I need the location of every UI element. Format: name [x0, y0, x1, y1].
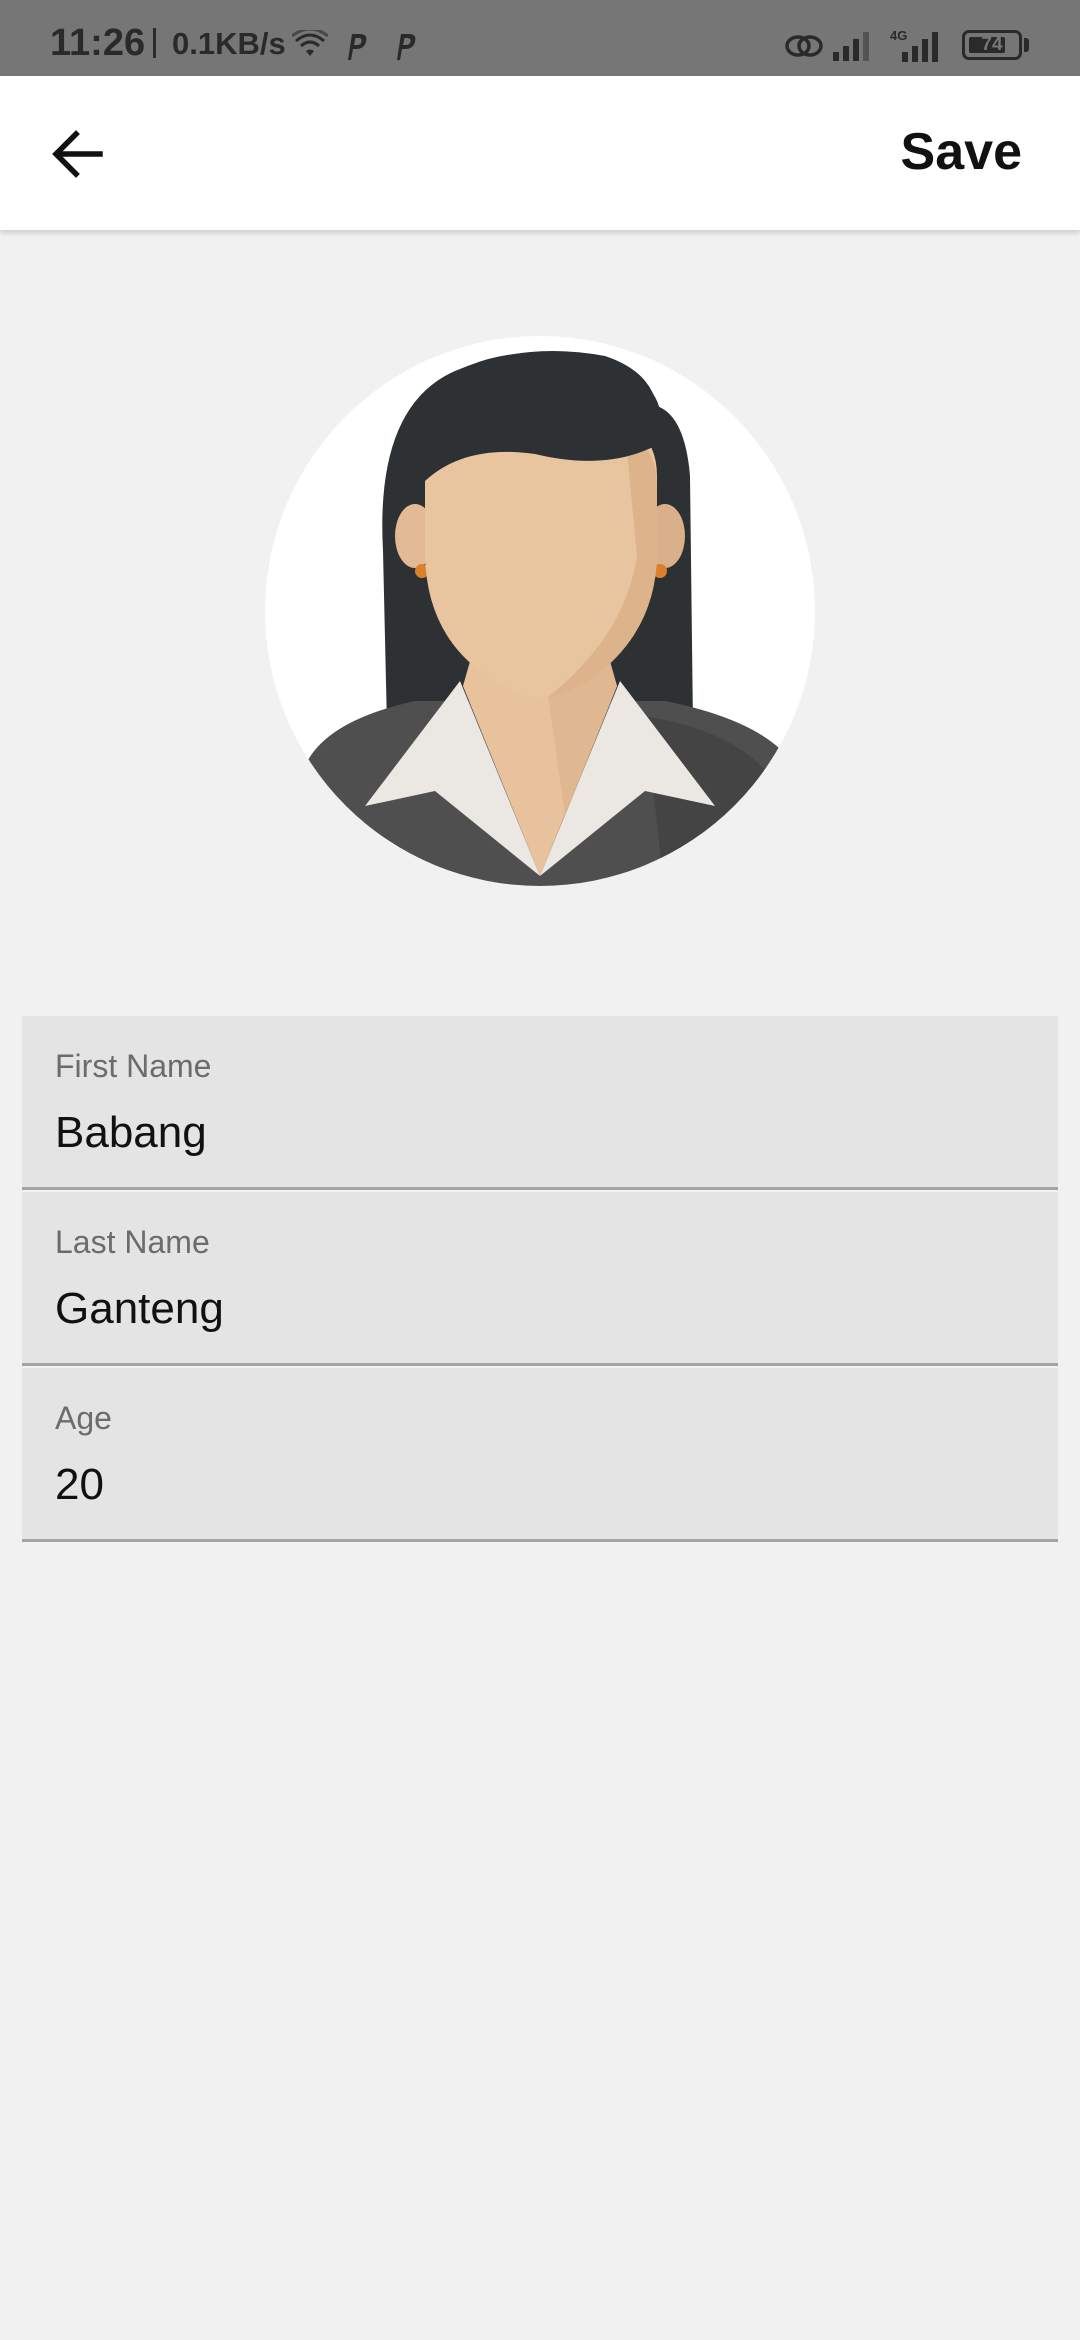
p-notification-icon [397, 34, 416, 60]
battery-icon: 74 [962, 30, 1022, 60]
status-network-speed: 0.1KB/s [172, 26, 286, 61]
status-separator [153, 28, 156, 58]
battery-level: 74 [981, 34, 1003, 55]
battery-tip [1024, 38, 1029, 52]
profile-avatar[interactable] [265, 336, 815, 886]
age-field[interactable]: Age 20 [22, 1368, 1058, 1542]
signal-4g-icon: 4G [890, 28, 938, 62]
first-name-label: First Name [55, 1048, 212, 1084]
age-label: Age [55, 1400, 112, 1436]
app-bar: Save [0, 76, 1080, 230]
last-name-label: Last Name [55, 1224, 210, 1260]
woman-avatar-illustration [265, 351, 815, 886]
status-time: 11:26 [50, 22, 146, 64]
arrow-left-icon [52, 130, 103, 178]
signal-icon [833, 32, 869, 61]
p-notification-icon [348, 34, 367, 60]
first-name-field[interactable]: First Name Babang [22, 1016, 1058, 1190]
svg-text:4G: 4G [890, 28, 907, 43]
save-button[interactable]: Save [901, 122, 1022, 182]
first-name-input[interactable]: Babang [55, 1108, 207, 1158]
last-name-input[interactable]: Ganteng [55, 1284, 224, 1334]
wifi-icon [292, 30, 328, 56]
back-button[interactable] [40, 113, 120, 193]
age-input[interactable]: 20 [55, 1460, 104, 1510]
status-bar: 11:26 0.1KB/s 4G 74 [0, 0, 1080, 76]
link-icon [785, 35, 823, 57]
last-name-field[interactable]: Last Name Ganteng [22, 1192, 1058, 1366]
